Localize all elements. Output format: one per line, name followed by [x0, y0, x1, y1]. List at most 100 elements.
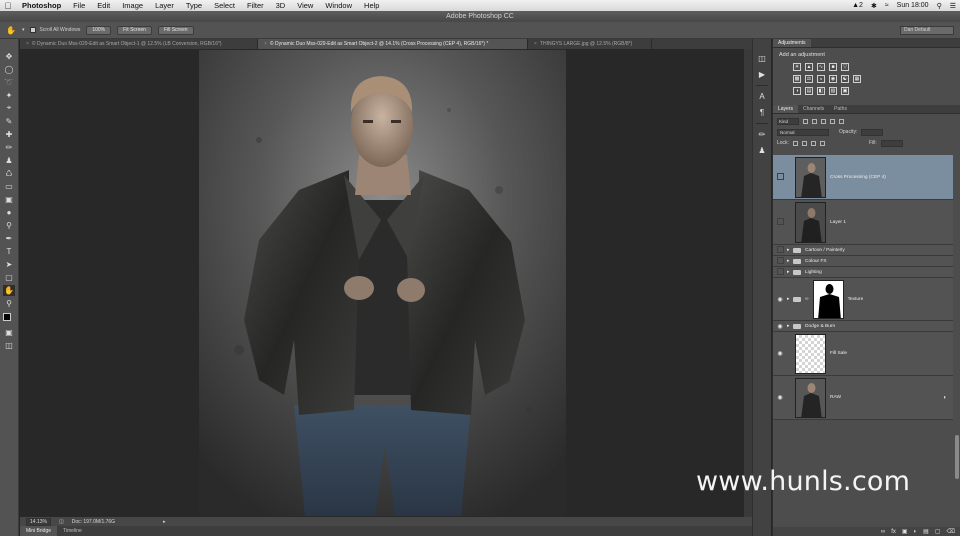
apple-icon[interactable]:  [0, 1, 16, 11]
layer-thumbnail[interactable] [795, 333, 826, 374]
workspace-select[interactable]: Dan Default [900, 26, 954, 35]
gradient-map-icon[interactable]: ▧ [829, 87, 837, 95]
magic-wand-tool-icon[interactable]: ✦ [3, 90, 15, 101]
image-canvas[interactable] [199, 50, 566, 516]
color-lookup-icon[interactable]: ▦ [853, 75, 861, 83]
vibrance-icon[interactable]: ▽ [841, 63, 849, 71]
status-menu-arrow-icon[interactable]: ▸ [163, 519, 166, 525]
layer-row[interactable]: Layer 1 [773, 200, 953, 245]
visibility-eye-icon[interactable]: ◉ [773, 350, 787, 357]
quick-mask-icon[interactable]: ▣ [3, 328, 15, 339]
black-white-icon[interactable]: ◒ [817, 75, 825, 83]
brightness-contrast-icon[interactable]: ☀ [793, 63, 801, 71]
layer-row[interactable]: ◉ ▸ ∞ Texture [773, 278, 953, 321]
selective-color-icon[interactable]: ▣ [841, 87, 849, 95]
layer-name[interactable]: Layer 1 [830, 220, 846, 225]
tab-mini-bridge[interactable]: Mini Bridge [20, 526, 58, 536]
curves-icon[interactable]: ∿ [817, 63, 825, 71]
filter-type-icon[interactable] [821, 118, 826, 124]
lock-pixels-icon[interactable] [801, 140, 807, 146]
menu-filter[interactable]: Filter [241, 1, 270, 10]
character-icon[interactable]: A [756, 91, 768, 102]
history-icon[interactable]: ◫ [756, 53, 768, 64]
lasso-tool-icon[interactable]: ➰ [3, 77, 15, 88]
search-icon[interactable]: ⚲ [937, 2, 942, 10]
scroll-all-windows-checkbox[interactable]: Scroll All Windows [30, 27, 80, 33]
brush-presets-icon[interactable]: ✏ [756, 129, 768, 140]
channel-mixer-icon[interactable]: ☯ [841, 75, 849, 83]
export-icon[interactable]: ◫ [59, 519, 64, 525]
fill-field[interactable] [880, 139, 903, 147]
clone-stamp-tool-icon[interactable]: ♟ [3, 155, 15, 166]
menu-type[interactable]: Type [180, 1, 208, 10]
tab-document-3[interactable]: × THINGYS LARGE.jpg @ 12.5% (RGB/8*) [528, 39, 652, 49]
posterize-icon[interactable]: ▤ [805, 87, 813, 95]
layer-row[interactable]: ◉ ▸ Dodge & Burn [773, 321, 953, 332]
new-layer-icon[interactable]: ▢ [935, 528, 941, 535]
menu-3d[interactable]: 3D [270, 1, 292, 10]
layer-thumbnail[interactable] [795, 156, 826, 198]
clone-source-icon[interactable]: ♟ [756, 145, 768, 156]
shape-tool-icon[interactable]: ▢ [3, 272, 15, 283]
levels-icon[interactable]: ▲ [805, 63, 813, 71]
menu-view[interactable]: View [291, 1, 319, 10]
hand-tool-icon[interactable]: ✋ [3, 285, 15, 296]
eraser-tool-icon[interactable]: ▭ [3, 181, 15, 192]
brush-tool-icon[interactable]: ✏ [3, 142, 15, 153]
tab-document-2[interactable]: × © Dynamic Duo Mss-029-Edit as Smart Obj… [258, 39, 528, 49]
layer-kind-filter[interactable]: Kind [777, 117, 799, 125]
fx-icon[interactable]: fx [891, 529, 896, 535]
layer-name[interactable]: Fill Sale [830, 351, 847, 356]
dodge-tool-icon[interactable]: ⚲ [3, 220, 15, 231]
pen-tool-icon[interactable]: ✒ [3, 233, 15, 244]
add-mask-icon[interactable]: ▣ [902, 528, 908, 535]
tool-preset-chevron-icon[interactable]: ▾ [22, 27, 25, 33]
lock-transparent-icon[interactable] [792, 140, 798, 146]
close-icon[interactable]: × [26, 41, 29, 47]
photo-filter-icon[interactable]: ◉ [829, 75, 837, 83]
invert-icon[interactable]: ◑ [793, 87, 801, 95]
menu-layer[interactable]: Layer [149, 1, 180, 10]
visibility-toggle-icon[interactable] [773, 218, 787, 227]
layer-row[interactable]: ◉ RAW ◐ [773, 376, 953, 420]
visibility-toggle-icon[interactable] [773, 173, 787, 182]
fit-screen-button[interactable]: Fit Screen [117, 25, 152, 35]
tab-layers[interactable]: Layers [773, 105, 799, 113]
hand-tool-icon[interactable]: ✋ [6, 26, 16, 35]
layer-name[interactable]: RAW [830, 395, 841, 400]
layer-name[interactable]: Cartoon / Painterly [805, 248, 845, 253]
layer-row[interactable]: Cross Processing (CEP 4) [773, 155, 953, 200]
wifi-icon[interactable]: ≈ [885, 2, 889, 9]
layer-name[interactable]: Colour FX [805, 259, 827, 264]
visibility-toggle-icon[interactable] [773, 246, 787, 255]
tab-paths[interactable]: Paths [829, 105, 852, 113]
type-tool-icon[interactable]: T [3, 246, 15, 257]
filter-adjustment-icon[interactable] [812, 118, 817, 124]
history-brush-tool-icon[interactable]: ♺ [3, 168, 15, 179]
layer-row[interactable]: ▸ Lighting [773, 267, 953, 278]
move-tool-icon[interactable]: ✥ [3, 51, 15, 62]
mask-link-icon[interactable]: ∞ [805, 296, 809, 302]
visibility-toggle-icon[interactable] [773, 257, 787, 266]
clock[interactable]: Sun 18:00 [897, 2, 929, 9]
gradient-tool-icon[interactable]: ▣ [3, 194, 15, 205]
screen-mode-icon[interactable]: ◫ [3, 341, 15, 352]
blur-tool-icon[interactable]: ● [3, 207, 15, 218]
layer-row[interactable]: ◉ Fill Sale [773, 332, 953, 376]
lock-all-icon[interactable] [819, 140, 825, 146]
exposure-icon[interactable]: ■ [829, 63, 837, 71]
mask-thumbnail[interactable] [812, 279, 844, 319]
menu-edit[interactable]: Edit [91, 1, 116, 10]
layer-row[interactable]: ▸ Colour FX [773, 256, 953, 267]
menu-help[interactable]: Help [358, 1, 385, 10]
status-badge-count[interactable]: ▲2 [852, 2, 863, 9]
filter-smart-object-icon[interactable] [839, 118, 844, 124]
marquee-tool-icon[interactable]: ◯ [3, 64, 15, 75]
layer-row[interactable]: ▸ Cartoon / Painterly [773, 245, 953, 256]
tab-document-1[interactable]: × © Dynamic Duo Mss-029-Edit as Smart Obj… [20, 39, 258, 49]
vertical-scrollbar[interactable] [744, 49, 752, 517]
checkbox-box[interactable] [30, 27, 37, 33]
lock-position-icon[interactable] [810, 140, 816, 146]
link-layers-icon[interactable]: ∞ [881, 529, 885, 535]
filter-pixel-icon[interactable] [803, 118, 808, 124]
